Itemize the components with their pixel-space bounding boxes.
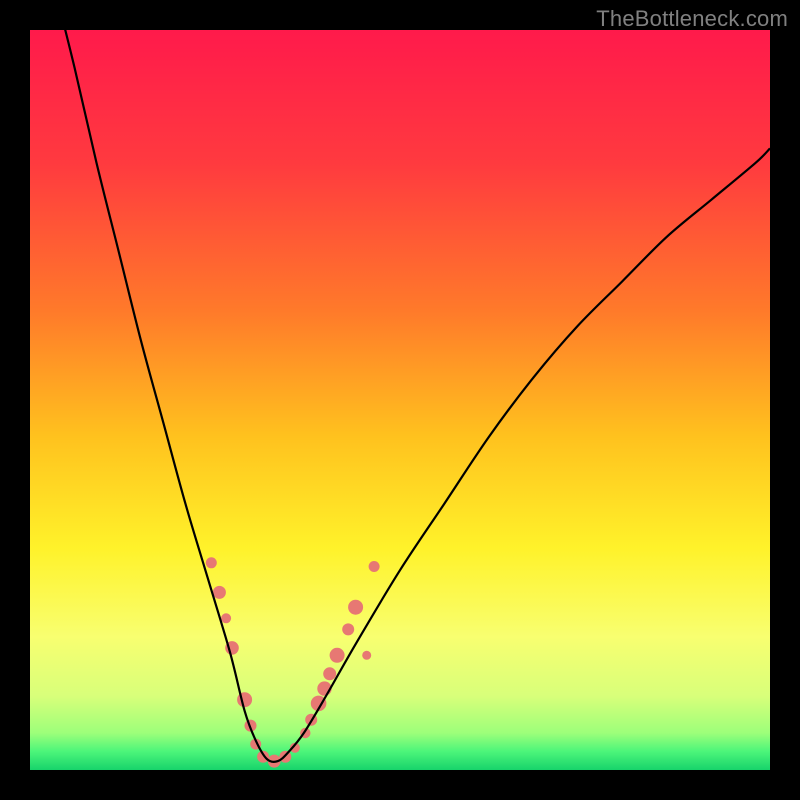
data-marker [362, 651, 371, 660]
data-marker [221, 613, 231, 623]
data-marker [348, 600, 363, 615]
bottleneck-curve [52, 30, 770, 762]
data-marker [342, 623, 354, 635]
chart-frame: TheBottleneck.com [0, 0, 800, 800]
data-marker [369, 561, 380, 572]
data-marker [330, 648, 345, 663]
data-marker [206, 557, 217, 568]
data-marker [213, 586, 226, 599]
plot-area [30, 30, 770, 770]
watermark-text: TheBottleneck.com [596, 6, 788, 32]
data-marker [323, 667, 336, 680]
curve-layer [30, 30, 770, 770]
